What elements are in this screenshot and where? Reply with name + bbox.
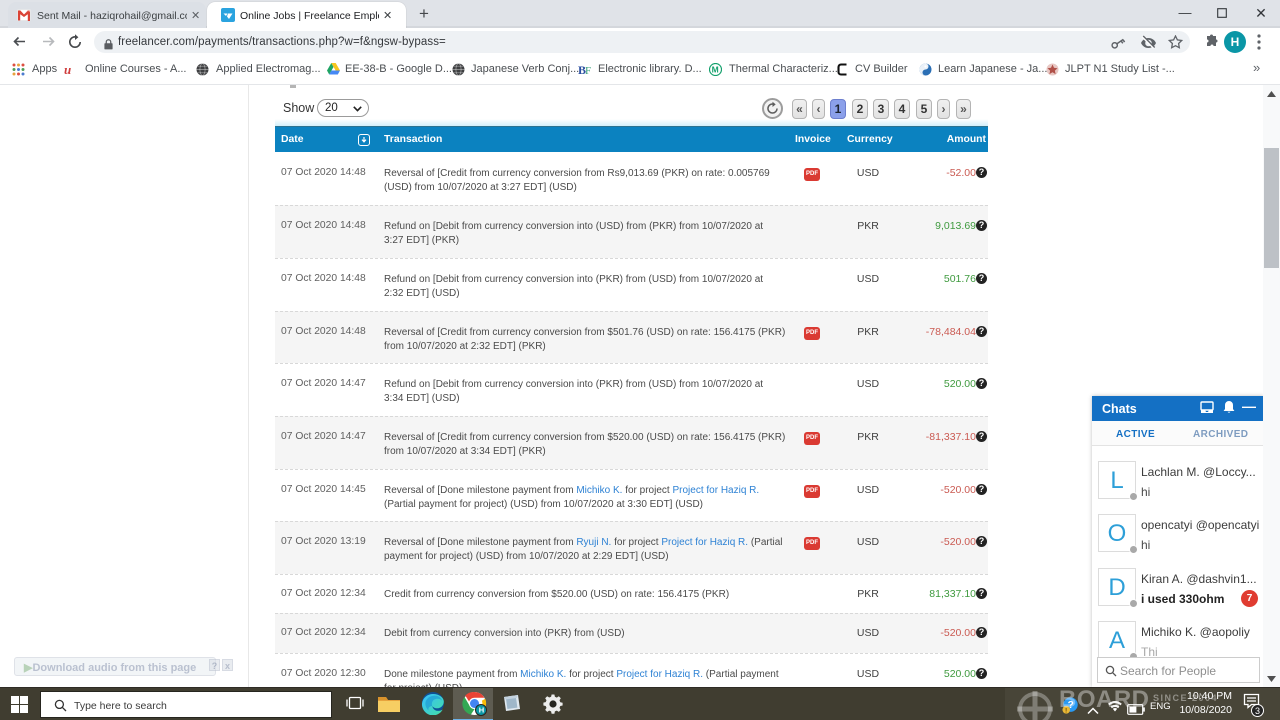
svg-text:u: u [64, 63, 71, 76]
svg-text:H: H [479, 706, 484, 715]
svg-text:M: M [712, 65, 719, 75]
svg-text:F: F [585, 65, 591, 76]
